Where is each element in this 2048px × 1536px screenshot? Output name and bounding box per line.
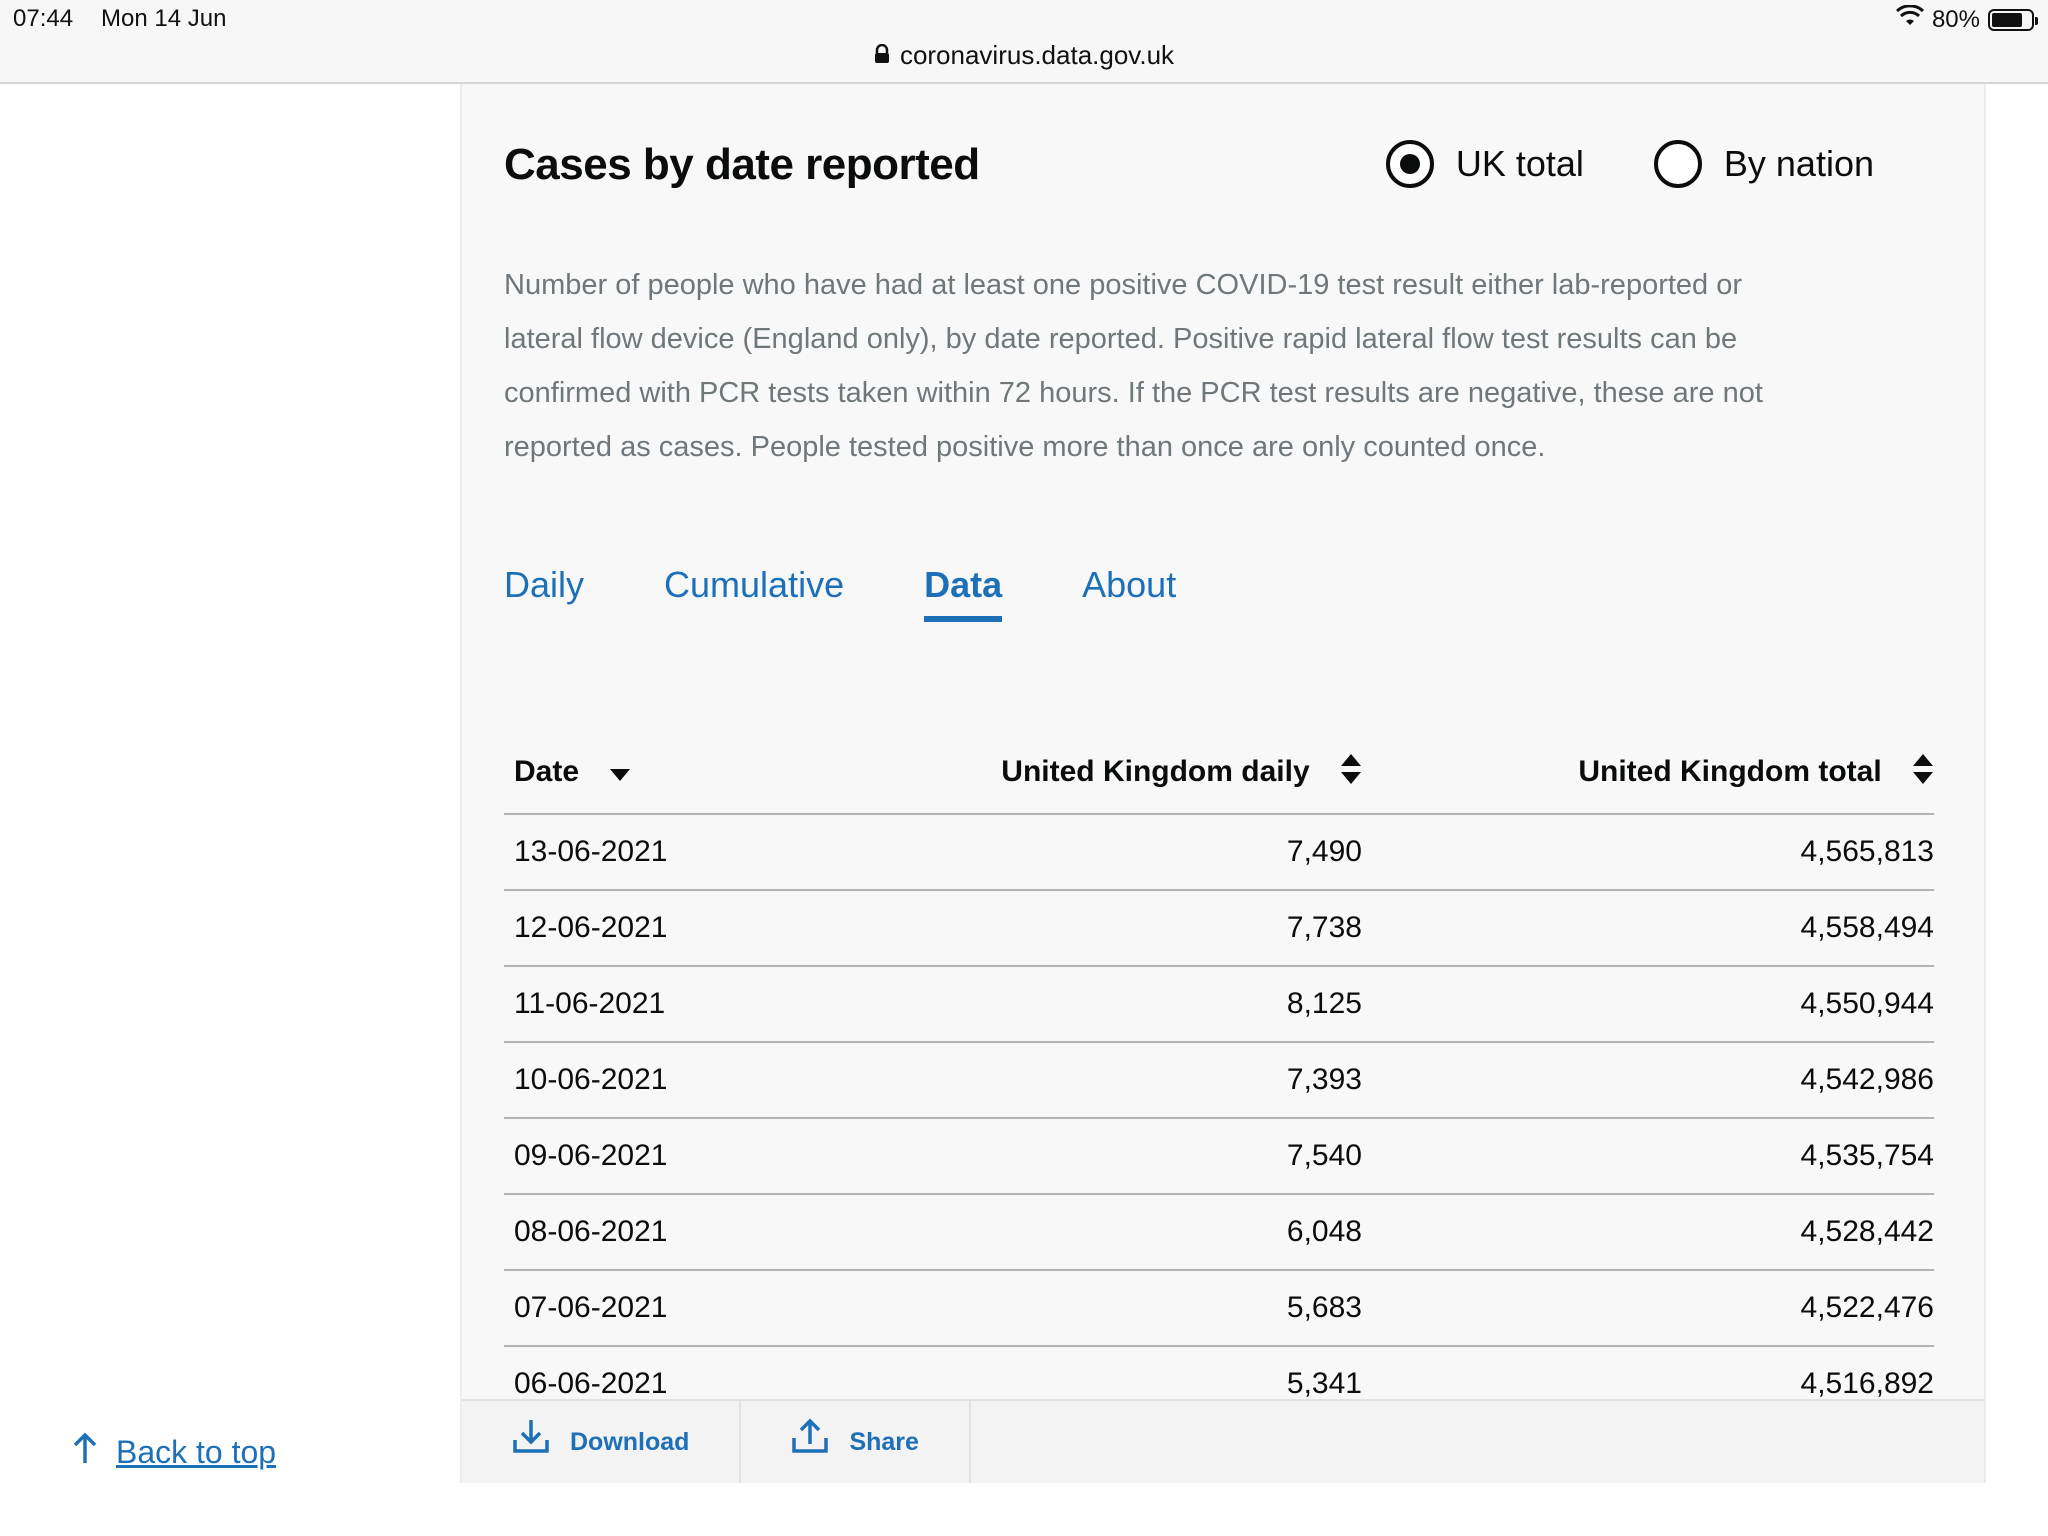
cell-date: 10-06-2021: [504, 1042, 991, 1119]
download-icon: [512, 1419, 550, 1461]
tab-daily[interactable]: Daily: [504, 564, 584, 616]
download-label: Download: [570, 1427, 690, 1456]
cell-daily: 7,540: [990, 1118, 1362, 1195]
radio-label: UK total: [1455, 143, 1584, 184]
tab-data[interactable]: Data: [924, 564, 1003, 622]
status-date: Mon 14 Jun: [101, 5, 227, 32]
cell-date: 08-06-2021: [504, 1194, 991, 1271]
table-row: 10-06-2021 7,393 4,542,986: [504, 1042, 1934, 1119]
sort-both-icon[interactable]: [1340, 753, 1362, 793]
share-icon: [791, 1418, 829, 1461]
status-time: 07:44: [13, 5, 74, 32]
back-to-top-link[interactable]: Back to top: [72, 1432, 276, 1472]
view-tabs: Daily Cumulative Data About: [504, 564, 1176, 622]
radio-uk-total[interactable]: UK total: [1385, 140, 1584, 188]
table-row: 07-06-2021 5,683 4,522,476: [504, 1270, 1934, 1347]
wifi-icon: [1895, 4, 1924, 34]
radio-unchecked-icon[interactable]: [1653, 140, 1702, 188]
download-button[interactable]: Download: [462, 1401, 742, 1483]
table-header-row: Date United Kingdom daily United Kingdom…: [504, 732, 1934, 815]
cell-total: 4,528,442: [1361, 1194, 1934, 1271]
share-button[interactable]: Share: [741, 1401, 971, 1483]
sort-both-icon[interactable]: [1912, 753, 1934, 793]
cell-total: 4,522,476: [1361, 1270, 1934, 1347]
address-bar[interactable]: coronavirus.data.gov.uk: [0, 40, 2048, 71]
cell-date: 07-06-2021: [504, 1270, 991, 1347]
card-description: Number of people who have had at least o…: [504, 269, 1763, 463]
cell-date: 11-06-2021: [504, 966, 991, 1043]
cell-date: 13-06-2021: [504, 814, 991, 891]
lock-icon: [874, 40, 890, 71]
cell-daily: 5,683: [990, 1270, 1362, 1347]
cell-total: 4,565,813: [1361, 814, 1934, 891]
battery-percent: 80%: [1931, 5, 1980, 33]
cell-date: 12-06-2021: [504, 890, 991, 967]
cell-daily: 7,490: [990, 814, 1362, 891]
column-header-total[interactable]: United Kingdom total: [1361, 732, 1934, 815]
area-radio-group: UK total By nation: [1385, 140, 1874, 188]
battery-icon: [1988, 8, 2038, 31]
radio-label: By nation: [1723, 143, 1874, 184]
status-indicators: 80%: [1895, 4, 2038, 34]
cell-total: 4,550,944: [1361, 966, 1934, 1043]
cell-total: 4,542,986: [1361, 1042, 1934, 1119]
cases-card: Cases by date reported UK total By natio…: [460, 84, 1986, 1483]
tab-about[interactable]: About: [1082, 564, 1176, 616]
radio-by-nation[interactable]: By nation: [1653, 140, 1874, 188]
table-row: 09-06-2021 7,540 4,535,754: [504, 1118, 1934, 1195]
cell-daily: 6,048: [990, 1194, 1362, 1271]
table-row: 08-06-2021 6,048 4,528,442: [504, 1194, 1934, 1271]
url-text: coronavirus.data.gov.uk: [899, 40, 1175, 70]
cell-daily: 8,125: [990, 966, 1362, 1043]
browser-top-bar: 07:44 Mon 14 Jun 80% coronavirus.data.go…: [0, 0, 2048, 84]
cell-daily: 7,738: [990, 890, 1362, 967]
radio-checked-icon[interactable]: [1385, 140, 1434, 188]
back-to-top-label: Back to top: [116, 1433, 277, 1470]
card-title: Cases by date reported: [504, 140, 980, 189]
tab-cumulative[interactable]: Cumulative: [664, 564, 844, 616]
cell-total: 4,558,494: [1361, 890, 1934, 967]
cell-total: 4,535,754: [1361, 1118, 1934, 1195]
table-row: 13-06-2021 7,490 4,565,813: [504, 814, 1934, 891]
cell-date: 09-06-2021: [504, 1118, 991, 1195]
sort-descending-icon[interactable]: [609, 756, 631, 790]
column-header-daily[interactable]: United Kingdom daily: [990, 732, 1362, 815]
table-row: 12-06-2021 7,738 4,558,494: [504, 890, 1934, 967]
cases-data-table: Date United Kingdom daily United Kingdom…: [504, 732, 1934, 1423]
arrow-up-icon: [72, 1432, 98, 1472]
share-label: Share: [849, 1427, 919, 1456]
card-footer: Download Share: [462, 1399, 1984, 1483]
cell-daily: 7,393: [990, 1042, 1362, 1119]
column-header-date[interactable]: Date: [504, 732, 991, 815]
table-row: 11-06-2021 8,125 4,550,944: [504, 966, 1934, 1043]
